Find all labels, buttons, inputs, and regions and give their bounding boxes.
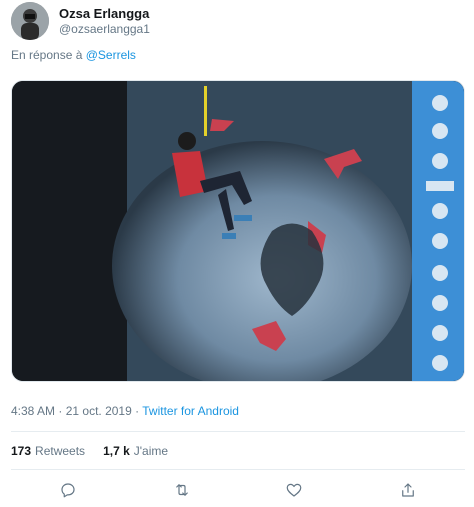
divider xyxy=(11,431,465,432)
divider xyxy=(11,469,465,470)
tweet-actions xyxy=(0,478,474,502)
likes-label: J'aime xyxy=(133,444,169,458)
reply-context: En réponse à @Serrels xyxy=(11,48,136,62)
tweet-date[interactable]: 21 oct. 2019 xyxy=(66,404,132,418)
retweet-button[interactable] xyxy=(170,478,194,502)
retweet-icon xyxy=(176,484,188,496)
tweet-time[interactable]: 4:38 AM xyxy=(11,404,55,418)
author-handle[interactable]: @ozsaerlangga1 xyxy=(59,22,150,36)
avatar[interactable] xyxy=(11,2,49,40)
likes-stat[interactable]: 1,7 k J'aime xyxy=(103,444,168,458)
reply-mention-link[interactable]: @Serrels xyxy=(86,48,136,62)
tweet-stats: 173 Retweets 1,7 k J'aime xyxy=(11,444,168,458)
tweet: Ozsa Erlangga @ozsaerlangga1 En réponse … xyxy=(0,0,474,507)
like-button[interactable] xyxy=(282,478,306,502)
reply-prefix: En réponse à xyxy=(11,48,83,62)
likes-count: 1,7 k xyxy=(103,444,130,458)
heart-icon xyxy=(286,483,302,497)
tweet-source-link[interactable]: Twitter for Android xyxy=(142,404,239,418)
retweets-count: 173 xyxy=(11,444,32,458)
author-name[interactable]: Ozsa Erlangga xyxy=(59,6,149,21)
retweets-label: Retweets xyxy=(35,444,86,458)
reply-icon xyxy=(61,483,75,498)
retweets-stat[interactable]: 173 Retweets xyxy=(11,444,85,458)
photo-climber-icon xyxy=(12,81,464,381)
tweet-meta: 4:38 AM · 21 oct. 2019 · Twitter for And… xyxy=(11,404,239,418)
share-button[interactable] xyxy=(396,478,420,502)
reply-button[interactable] xyxy=(56,478,80,502)
meta-separator: · xyxy=(58,404,63,418)
share-icon xyxy=(402,483,414,497)
tweet-photo[interactable] xyxy=(11,80,465,382)
meta-separator: · xyxy=(135,404,140,418)
